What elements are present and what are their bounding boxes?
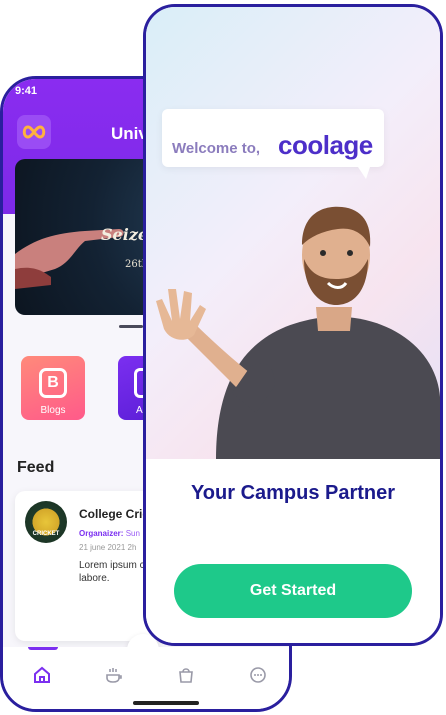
status-time: 9:41 bbox=[15, 85, 38, 97]
tagline: Your Campus Partner bbox=[190, 482, 396, 504]
welcome-scene: Welcome to, coolage bbox=[146, 7, 440, 459]
welcome-bubble: Welcome to, coolage bbox=[162, 109, 384, 179]
organizer-value: Sun bbox=[125, 529, 140, 538]
bag-icon[interactable] bbox=[175, 665, 197, 687]
avatar-text: CRICKET bbox=[32, 531, 60, 537]
app-logo-icon[interactable] bbox=[17, 115, 51, 149]
feed-card-title: College Cric bbox=[79, 507, 150, 521]
feed-card-date: 21 june 2021 2h bbox=[79, 543, 136, 552]
feed-date: 21 june 2021 bbox=[79, 543, 126, 552]
welcome-text: Welcome to, bbox=[172, 140, 261, 157]
cricket-avatar: CRICKET bbox=[25, 501, 67, 543]
blogs-tile[interactable]: B Blogs bbox=[21, 356, 85, 420]
coffee-icon[interactable] bbox=[103, 665, 125, 687]
blogs-label: Blogs bbox=[40, 405, 66, 416]
feed-time: 2h bbox=[127, 543, 137, 552]
avatar-illustration bbox=[156, 206, 440, 459]
brand-logo: coolage bbox=[278, 130, 373, 160]
feed-heading: Feed bbox=[17, 459, 55, 476]
home-icon[interactable] bbox=[31, 665, 53, 687]
home-indicator bbox=[133, 701, 199, 705]
front-phone-frame: Welcome to, coolage bbox=[143, 4, 443, 646]
bottom-nav bbox=[3, 647, 289, 709]
organizer-label: Organaizer: bbox=[79, 529, 124, 538]
blogs-icon: B bbox=[39, 368, 67, 398]
carousel-indicator[interactable] bbox=[119, 325, 143, 328]
organizer-line: Organaizer: Sun bbox=[79, 529, 140, 538]
nav-active-indicator bbox=[28, 647, 58, 650]
infinity-icon bbox=[22, 125, 46, 139]
get-started-button[interactable]: Get Started bbox=[174, 564, 412, 618]
chat-icon[interactable] bbox=[247, 665, 269, 687]
